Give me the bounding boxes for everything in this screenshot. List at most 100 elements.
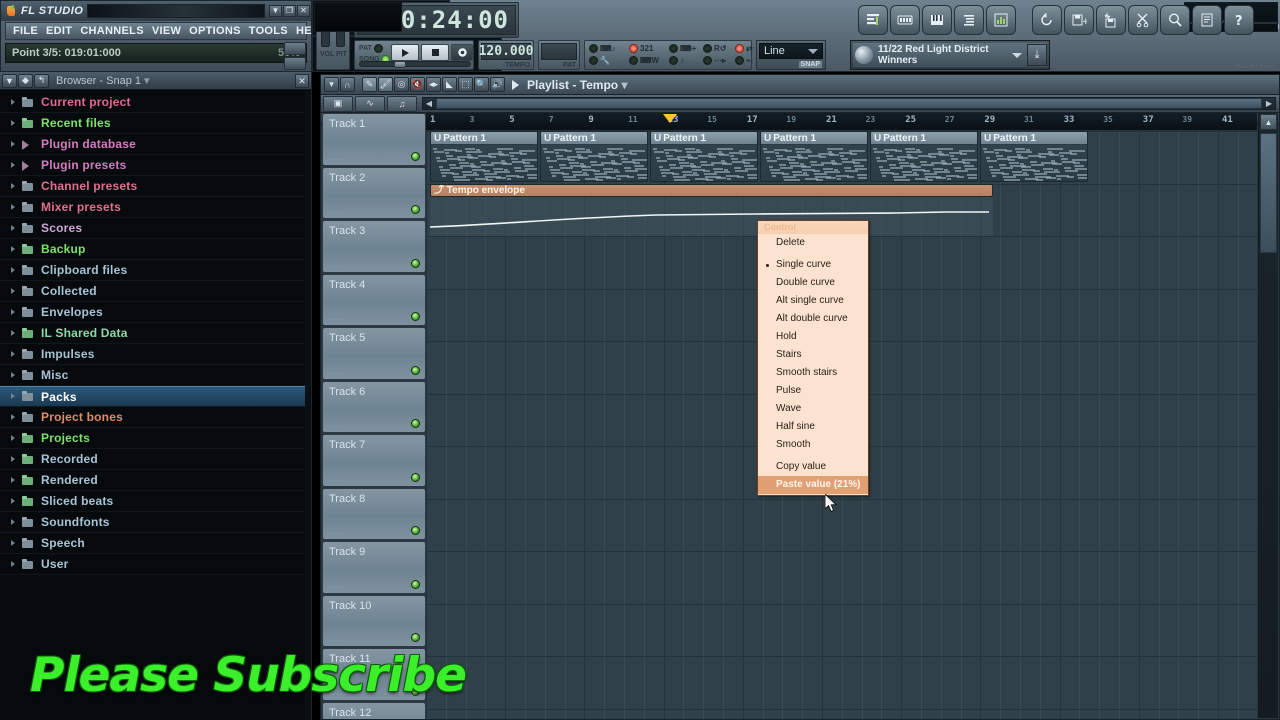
- menu-item-single-curve[interactable]: Single curve: [758, 256, 868, 274]
- expand-arrow-icon[interactable]: [10, 497, 17, 506]
- track-header-10[interactable]: Track 10....: [322, 594, 426, 647]
- help-icon[interactable]: ?: [1224, 5, 1254, 35]
- expand-arrow-icon[interactable]: [10, 224, 17, 233]
- track-header-12[interactable]: Track 12....: [322, 701, 426, 719]
- maximize-button[interactable]: ❐: [283, 5, 296, 17]
- track-header-6[interactable]: Track 6....: [322, 380, 426, 433]
- pattern-clip[interactable]: U Pattern 1: [760, 131, 868, 182]
- expand-arrow-icon[interactable]: [10, 140, 17, 149]
- vscroll-thumb[interactable]: [1260, 133, 1277, 253]
- menu-item-alt-double-curve[interactable]: Alt double curve: [758, 310, 868, 328]
- playlist-title[interactable]: Playlist - Tempo ▾: [527, 78, 628, 92]
- track-header-8[interactable]: Track 8....: [322, 487, 426, 540]
- pattern-clip[interactable]: U Pattern 1: [650, 131, 758, 182]
- track-enable-led-icon[interactable]: [411, 205, 420, 214]
- hscroll-right-arrow-icon[interactable]: ▶: [1263, 99, 1275, 108]
- magnet-snap-icon[interactable]: ∩: [340, 77, 355, 92]
- track-header-2[interactable]: Track 2....: [322, 166, 426, 219]
- expand-arrow-icon[interactable]: [10, 287, 17, 296]
- vscroll-up-arrow-icon[interactable]: ▲: [1260, 114, 1277, 130]
- browser-back-icon[interactable]: ↰: [34, 73, 49, 88]
- expand-arrow-icon[interactable]: [10, 245, 17, 254]
- expand-arrow-icon[interactable]: [10, 161, 17, 170]
- expand-arrow-icon[interactable]: [10, 560, 17, 569]
- expand-arrow-icon[interactable]: [10, 203, 17, 212]
- browser-item-current-project[interactable]: Current project: [0, 92, 311, 113]
- browser-title[interactable]: Browser - Snap 1 ▾: [56, 74, 150, 87]
- mute-tool-icon[interactable]: 🔇: [410, 77, 425, 92]
- pattern-clip[interactable]: U Pattern 1: [980, 131, 1088, 182]
- delete-tool-icon[interactable]: ◎: [394, 77, 409, 92]
- playlist-ruler[interactable]: 1357911131517192123252729313335373941434…: [426, 113, 1257, 131]
- browser-item-mixer-presets[interactable]: Mixer presets: [0, 197, 311, 218]
- track-header-3[interactable]: Track 3....: [322, 220, 426, 273]
- track-enable-led-icon[interactable]: [411, 365, 420, 375]
- draw-tool-icon[interactable]: ✎: [362, 77, 377, 92]
- track-enable-led-icon[interactable]: [411, 258, 420, 268]
- browser-item-project-bones[interactable]: Project bones: [0, 407, 311, 428]
- download-icon[interactable]: ⤓: [1027, 44, 1047, 66]
- tempo-panel[interactable]: 120.000 TEMPO: [478, 40, 534, 70]
- wait-toggle[interactable]: ⌨W: [629, 56, 659, 65]
- playhead-marker[interactable]: [662, 114, 677, 123]
- browser-scrollbar[interactable]: [305, 90, 311, 720]
- track-enable-led-icon[interactable]: [411, 633, 420, 642]
- typing-keyboard-toggle[interactable]: ⌨♪: [589, 44, 616, 53]
- track-header-5[interactable]: Track 5....: [322, 327, 426, 380]
- notes-icon[interactable]: [1192, 5, 1222, 35]
- pattern-clip[interactable]: U Pattern 1: [430, 131, 538, 182]
- menu-item-half-sine[interactable]: Half sine: [758, 418, 868, 436]
- browser-item-misc[interactable]: Misc: [0, 365, 311, 386]
- export-wave-icon[interactable]: [1096, 5, 1126, 35]
- browser-item-backup[interactable]: Backup: [0, 239, 311, 260]
- hscroll-thumb[interactable]: [436, 98, 1262, 109]
- browser-menu-icon[interactable]: ◆: [18, 73, 33, 88]
- menu-item-delete[interactable]: Delete: [758, 234, 868, 252]
- track-mode-button[interactable]: ▣: [323, 95, 353, 112]
- track-header-4[interactable]: Track 4....: [322, 273, 426, 326]
- expand-arrow-icon[interactable]: [10, 98, 17, 107]
- paint-tool-icon[interactable]: 🖌: [378, 77, 393, 92]
- song-position-slider[interactable]: [359, 61, 471, 68]
- menu-item-alt-single-curve[interactable]: Alt single curve: [758, 292, 868, 310]
- track-header-9[interactable]: Track 9....: [322, 541, 426, 594]
- expand-arrow-icon[interactable]: [10, 182, 17, 191]
- menu-options[interactable]: OPTIONS: [185, 25, 245, 37]
- browser-item-plugin-database[interactable]: Plugin database: [0, 134, 311, 155]
- browser-item-channel-presets[interactable]: Channel presets: [0, 176, 311, 197]
- expand-arrow-icon[interactable]: [10, 476, 17, 485]
- menu-item-paste-value-21[interactable]: Paste value (21%): [758, 476, 868, 494]
- select-tool-icon[interactable]: ⬚: [458, 77, 473, 92]
- mixer-icon[interactable]: [986, 5, 1016, 35]
- snap-selector[interactable]: Line SNAP: [756, 40, 826, 70]
- countdown-toggle[interactable]: 321: [629, 44, 653, 53]
- hint-keyboard-icon[interactable]: [284, 42, 306, 55]
- menu-item-wave[interactable]: Wave: [758, 400, 868, 418]
- track-enable-led-icon[interactable]: [411, 151, 420, 161]
- browser-icon[interactable]: [954, 5, 984, 35]
- playlist-icon[interactable]: [858, 5, 888, 35]
- midi-in-toggle[interactable]: ⇄: [735, 44, 753, 53]
- slice-tool-icon[interactable]: ◣: [442, 77, 457, 92]
- expand-arrow-icon[interactable]: [10, 455, 17, 464]
- expand-arrow-icon[interactable]: [10, 329, 17, 338]
- browser-item-recorded[interactable]: Recorded: [0, 449, 311, 470]
- menu-tools[interactable]: TOOLS: [245, 25, 292, 37]
- close-button[interactable]: ✕: [297, 5, 310, 17]
- menu-edit[interactable]: EDIT: [42, 25, 76, 37]
- browser-item-speech[interactable]: Speech: [0, 533, 311, 554]
- browser-item-sliced-beats[interactable]: Sliced beats: [0, 491, 311, 512]
- song-position-knob[interactable]: [394, 61, 406, 68]
- browser-item-user[interactable]: User: [0, 554, 311, 575]
- browser-item-plugin-presets[interactable]: Plugin presets: [0, 155, 311, 176]
- expand-arrow-icon[interactable]: [10, 119, 17, 128]
- minimize-button[interactable]: ▼: [269, 5, 282, 17]
- expand-arrow-icon[interactable]: [10, 518, 17, 527]
- expand-arrow-icon[interactable]: [10, 308, 17, 317]
- pattern-clip[interactable]: U Pattern 1: [870, 131, 978, 182]
- step-edit-toggle[interactable]: ⌨+: [669, 44, 696, 53]
- track-header-1[interactable]: Track 1....: [322, 113, 426, 166]
- zoom-tool-icon[interactable]: 🔍: [474, 77, 489, 92]
- browser-item-il-shared-data[interactable]: IL Shared Data: [0, 323, 311, 344]
- hint-mouse-icon[interactable]: [284, 57, 306, 70]
